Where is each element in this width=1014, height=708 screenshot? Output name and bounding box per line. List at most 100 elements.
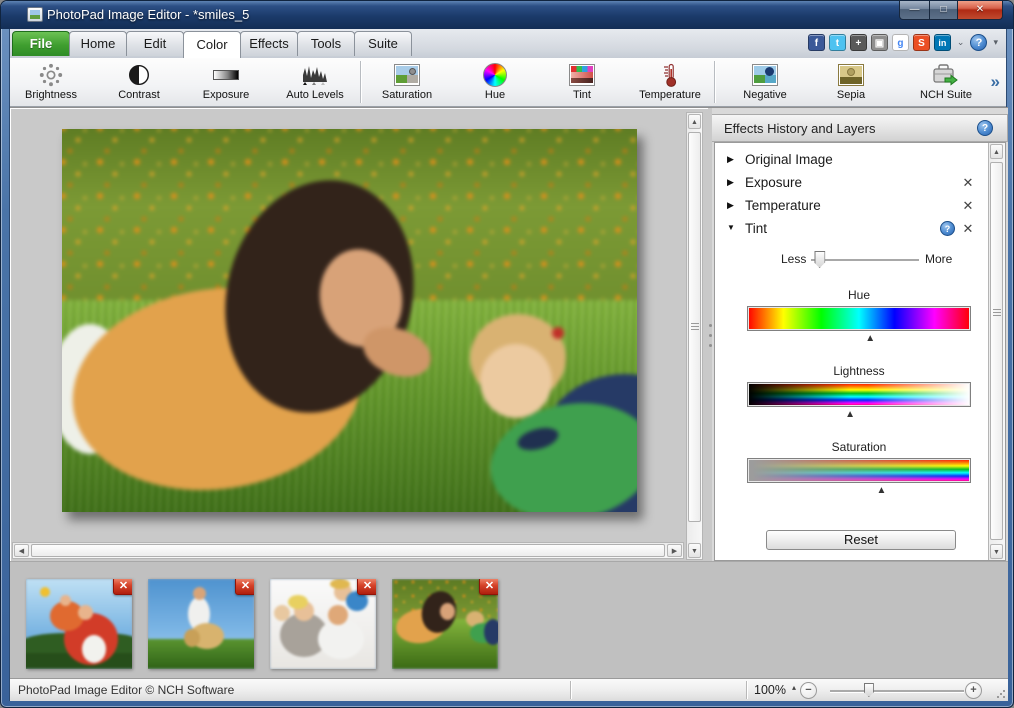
saturation-slider-label: Saturation	[747, 440, 971, 454]
thumbnail-4[interactable]: ✕	[392, 579, 498, 669]
help-menu-caret-icon[interactable]: ▾	[991, 37, 1000, 48]
close-thumbnail-icon[interactable]: ✕	[235, 579, 254, 595]
toolbar-overflow-icon[interactable]: »	[991, 72, 1000, 92]
remove-effect-icon[interactable]: ✕	[961, 175, 975, 191]
canvas-hscroll-thumb[interactable]	[31, 544, 665, 557]
ribbon-tab-bar: File Home Edit Color Effects Tools Suite…	[10, 29, 1006, 58]
less-label: Less	[781, 252, 806, 266]
canvas-vertical-scrollbar[interactable]: ▲ ▼	[686, 112, 703, 560]
tint-button[interactable]: Tint	[538, 60, 626, 105]
social-more-icon[interactable]: ⌄	[955, 37, 967, 48]
scroll-up-icon[interactable]: ▲	[990, 144, 1003, 159]
scroll-right-icon[interactable]: ▶	[667, 544, 682, 557]
color-toolbar: Brightness Contrast Exposure Auto Levels	[10, 58, 1006, 107]
zoom-slider-handle[interactable]	[864, 683, 874, 697]
stumbleupon-icon[interactable]: S	[913, 34, 930, 51]
reset-button[interactable]: Reset	[766, 530, 956, 550]
linkedin-icon[interactable]: in	[934, 34, 951, 51]
sepia-button[interactable]: Sepia	[807, 60, 895, 105]
zoom-level-value[interactable]: 100%	[754, 683, 786, 697]
panel-scrollbar[interactable]: ▲ ▼	[988, 143, 1005, 560]
minimize-button[interactable]: —	[899, 1, 929, 20]
brightness-button[interactable]: Brightness	[7, 60, 95, 105]
thumbnail-3[interactable]: ✕	[270, 579, 376, 669]
tab-file[interactable]: File	[12, 31, 70, 56]
tab-edit[interactable]: Edit	[126, 31, 184, 56]
temperature-button[interactable]: Temperature	[626, 60, 714, 105]
canvas-horizontal-scrollbar[interactable]: ◀ ▶	[12, 542, 684, 559]
scroll-left-icon[interactable]: ◀	[14, 544, 29, 557]
hue-button[interactable]: Hue	[451, 60, 539, 105]
hue-gradient-bar[interactable]	[747, 306, 971, 331]
collapse-icon[interactable]: ▼	[727, 223, 735, 232]
tab-color[interactable]: Color	[183, 31, 241, 58]
zoom-out-button[interactable]: −	[800, 682, 817, 699]
panel-scroll-thumb[interactable]	[990, 162, 1003, 540]
lightness-marker-icon[interactable]: ▲	[845, 409, 855, 420]
toolbar-separator	[714, 61, 715, 103]
edited-photo[interactable]	[62, 129, 637, 512]
layer-row-exposure[interactable]: ▶ Exposure ✕	[719, 172, 983, 195]
layer-row-original-image[interactable]: ▶ Original Image	[719, 149, 983, 172]
lightness-slider-label: Lightness	[747, 364, 971, 378]
close-button[interactable]: ✕	[958, 1, 1003, 20]
effects-panel: Effects History and Layers ? ▶ Original …	[712, 108, 1008, 562]
zoom-in-button[interactable]: +	[965, 682, 982, 699]
close-thumbnail-icon[interactable]: ✕	[113, 579, 132, 595]
tint-amount-slider[interactable]	[811, 259, 919, 261]
status-bar: PhotoPad Image Editor © NCH Software 100…	[10, 678, 1008, 701]
scroll-up-icon[interactable]: ▲	[688, 114, 701, 129]
maximize-button[interactable]: □	[929, 1, 958, 20]
saturation-icon	[363, 60, 451, 89]
exposure-button[interactable]: Exposure	[182, 60, 270, 105]
lightness-gradient-bar[interactable]	[747, 382, 971, 407]
scroll-down-icon[interactable]: ▼	[688, 543, 701, 558]
saturation-button[interactable]: Saturation	[363, 60, 451, 105]
expand-icon[interactable]: ▶	[727, 200, 734, 211]
layer-row-temperature[interactable]: ▶ Temperature ✕	[719, 195, 983, 218]
twitter-icon[interactable]: t	[829, 34, 846, 51]
contrast-button[interactable]: Contrast	[95, 60, 183, 105]
close-thumbnail-icon[interactable]: ✕	[479, 579, 498, 595]
zoom-slider[interactable]	[830, 690, 964, 692]
image-canvas[interactable]: ▲ ▼ ◀ ▶	[10, 108, 708, 562]
remove-effect-icon[interactable]: ✕	[961, 221, 975, 237]
zoom-caret-icon[interactable]: ▴	[792, 683, 796, 692]
tint-amount-handle[interactable]	[814, 251, 825, 268]
google-icon[interactable]: g	[892, 34, 909, 51]
panel-title: Effects History and Layers	[724, 121, 876, 136]
scroll-down-icon[interactable]: ▼	[990, 544, 1003, 559]
photo-share-icon[interactable]: ▣	[871, 34, 888, 51]
main-area: ▲ ▼ ◀ ▶ Effects History and Layers ?	[10, 107, 1008, 561]
close-thumbnail-icon[interactable]: ✕	[357, 579, 376, 595]
tab-suite[interactable]: Suite	[354, 31, 412, 56]
saturation-marker-icon[interactable]: ▲	[876, 485, 886, 496]
resize-grip[interactable]	[996, 689, 1006, 699]
negative-button[interactable]: Negative	[721, 60, 809, 105]
window-title: PhotoPad Image Editor - *smiles_5	[47, 7, 249, 22]
help-icon[interactable]: ?	[970, 34, 987, 51]
thumbnail-strip: ✕ ✕	[10, 561, 1008, 678]
expand-icon[interactable]: ▶	[727, 154, 734, 165]
hue-marker-icon[interactable]: ▲	[865, 333, 875, 344]
canvas-vscroll-thumb[interactable]	[688, 132, 701, 522]
tab-home[interactable]: Home	[69, 31, 127, 56]
thumbnail-1[interactable]: ✕	[26, 579, 132, 669]
title-bar[interactable]: PhotoPad Image Editor - *smiles_5 — □ ✕	[1, 1, 1013, 29]
expand-icon[interactable]: ▶	[727, 177, 734, 188]
remove-effect-icon[interactable]: ✕	[961, 198, 975, 214]
layer-row-tint[interactable]: ▼ Tint ? ✕	[719, 218, 983, 241]
auto-levels-button[interactable]: Auto Levels	[271, 60, 359, 105]
thumbnail-2[interactable]: ✕	[148, 579, 254, 669]
panel-help-icon[interactable]: ?	[977, 120, 993, 136]
saturation-gradient-bar[interactable]	[747, 458, 971, 483]
nch-suite-button[interactable]: NCH Suite	[900, 60, 992, 105]
google-plus-icon[interactable]: +	[850, 34, 867, 51]
tab-effects[interactable]: Effects	[240, 31, 298, 56]
facebook-icon[interactable]: f	[808, 34, 825, 51]
tint-help-icon[interactable]: ?	[940, 221, 955, 236]
tab-tools[interactable]: Tools	[297, 31, 355, 56]
auto-levels-icon	[271, 60, 359, 89]
hue-slider-label: Hue	[747, 288, 971, 302]
effects-panel-header: Effects History and Layers ?	[712, 114, 1008, 142]
